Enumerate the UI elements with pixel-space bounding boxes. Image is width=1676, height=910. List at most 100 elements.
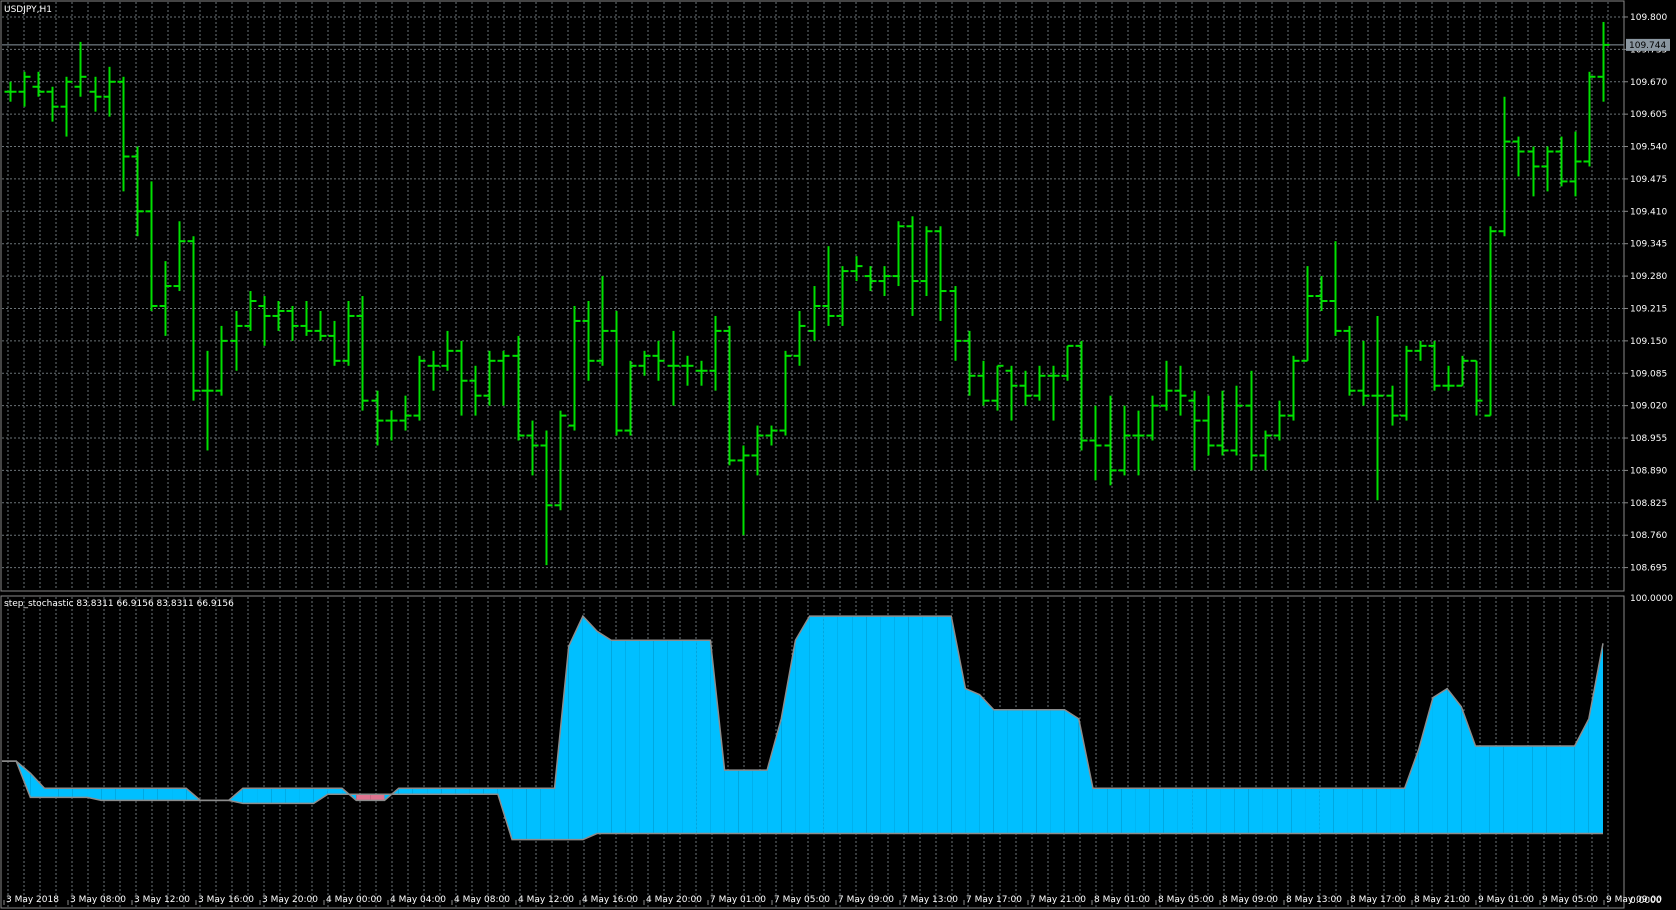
stochastic-band-segment (1135, 788, 1150, 834)
stochastic-band-segment (611, 640, 626, 834)
stochastic-band-segment (1121, 788, 1136, 834)
stochastic-band-segment (285, 788, 300, 804)
stochastic-band-segment (852, 616, 867, 834)
stochastic-band-segment (172, 788, 187, 801)
ohlc-bar (1216, 390, 1229, 456)
ohlc-bar (977, 360, 990, 406)
stochastic-band-segment (738, 770, 753, 834)
ohlc-bar (1230, 385, 1243, 456)
price-tick-label: 108.760 (1630, 531, 1667, 541)
stochastic-band-segment (1177, 788, 1193, 834)
ohlc-bar (286, 305, 299, 341)
ohlc-bar (1470, 359, 1483, 416)
ohlc-bar (1104, 395, 1117, 486)
stochastic-band-segment (781, 640, 796, 834)
price-tick-label: 109.280 (1630, 272, 1667, 282)
ohlc-bar (145, 181, 158, 311)
stochastic-band-segment (1588, 643, 1603, 834)
ohlc-bar (1019, 370, 1032, 406)
ohlc-bar (4, 81, 17, 102)
stochastic-band-segment (1390, 788, 1405, 834)
price-tick-label: 109.475 (1630, 175, 1667, 185)
ohlc-bar (681, 355, 694, 386)
symbol-label: USDJPY,H1 (4, 5, 52, 15)
ohlc-bar (906, 216, 919, 316)
ohlc-bar (1118, 405, 1131, 476)
ohlc-bar (1033, 365, 1046, 401)
price-tick-label: 108.955 (1630, 434, 1667, 444)
stochastic-band-segment (1503, 745, 1518, 834)
ohlc-bar (1287, 355, 1300, 421)
ohlc-bar (991, 364, 1004, 411)
stochastic-band-segment (682, 640, 697, 834)
stochastic-band-segment (653, 640, 668, 834)
ohlc-bar (1075, 340, 1088, 451)
ohlc-bar (638, 350, 651, 376)
ohlc-bar (709, 315, 722, 391)
time-tick-label: 8 May 21:00 (1414, 895, 1470, 905)
chart-canvas: 109.800109.735109.670109.605109.540109.4… (0, 0, 1673, 909)
time-tick-label: 8 May 13:00 (1286, 895, 1342, 905)
ohlc-bar (920, 226, 933, 297)
stochastic-band-segment (483, 788, 498, 795)
ohlc-bar (1541, 146, 1554, 192)
ohlc-bar (1202, 395, 1215, 456)
ohlc-bar (808, 286, 821, 341)
stochastic-band-segment (1517, 745, 1533, 834)
ohlc-bar (1371, 315, 1384, 501)
stochastic-band-segment (1262, 788, 1278, 834)
ohlc-bar (667, 330, 680, 406)
stochastic-band-segment (115, 788, 130, 801)
stochastic-band-segment (837, 616, 853, 834)
ohlc-bar (1089, 405, 1102, 481)
ohlc-bar (1583, 71, 1596, 167)
stochastic-band-segment (1192, 788, 1207, 834)
time-tick-label: 4 May 08:00 (454, 895, 510, 905)
time-tick-label: 9 May 05:00 (1542, 895, 1598, 905)
stochastic-band-segment (1319, 788, 1334, 834)
ohlc-bar (300, 301, 313, 336)
time-tick-label: 7 May 01:00 (710, 895, 766, 905)
stochastic-band-segment (1404, 749, 1419, 834)
stochastic-band-segment (356, 794, 371, 801)
ohlc-bar (1174, 365, 1187, 416)
indicator-label: step_stochastic 83.8311 66.9156 83.8311 … (4, 599, 234, 609)
ohlc-bar (554, 410, 567, 511)
stochastic-band-segment (908, 616, 923, 834)
price-panel-frame (0, 0, 1625, 592)
stochastic-band-segment (72, 788, 88, 798)
ohlc-bar (1498, 96, 1511, 237)
stochastic-band-segment (242, 788, 258, 804)
stochastic-band-segment (1532, 745, 1547, 834)
stochastic-band-segment (143, 788, 158, 801)
price-tick-label: 109.215 (1630, 304, 1667, 314)
ohlc-bar (103, 66, 116, 117)
stochastic-band-segment (512, 788, 527, 840)
time-tick-label: 8 May 17:00 (1350, 895, 1406, 905)
stochastic-band-segment (1206, 788, 1221, 834)
ohlc-bar (1386, 385, 1399, 426)
ohlc-bar (272, 301, 285, 331)
stochastic-band-segment (257, 788, 272, 804)
stochastic-band-segment (922, 616, 938, 834)
stochastic-band-segment (554, 646, 569, 840)
ohlc-bar (1245, 370, 1258, 471)
ohlc-bar (497, 350, 510, 406)
stochastic-bands (2, 614, 1604, 841)
stochastic-band-segment (597, 631, 612, 834)
price-tick-label: 108.890 (1630, 466, 1667, 476)
stochastic-band-segment (1107, 788, 1122, 834)
ohlc-bar (582, 301, 595, 381)
ohlc-bar (723, 325, 736, 466)
stochastic-band-segment (1092, 788, 1108, 834)
stochastic-band-segment (1489, 745, 1504, 834)
ohlc-bar (652, 340, 665, 381)
stochastic-band-segment (58, 788, 73, 798)
stochastic-band-segment (129, 788, 144, 801)
ohlc-bar (1569, 131, 1582, 197)
stochastic-band-segment (1007, 709, 1023, 834)
ohlc-bar (878, 266, 891, 297)
stochastic-band-segment (937, 616, 952, 834)
ohlc-bar (441, 330, 454, 371)
stochastic-band-segment (880, 616, 895, 834)
